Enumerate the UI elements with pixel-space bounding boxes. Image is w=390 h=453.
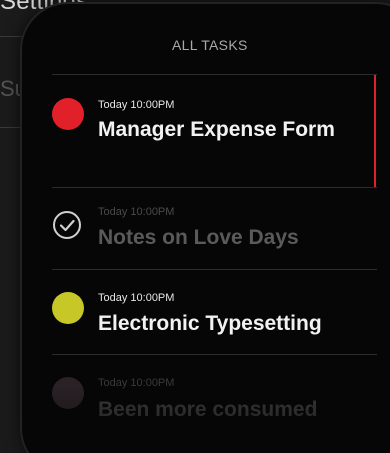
task-time: Today 10:00PM	[98, 292, 175, 304]
screen: Settings Sum ALL TASKS Today 10:00PM Man…	[0, 0, 390, 453]
task-title: Manager Expense Form	[98, 118, 335, 141]
task-time: Today 10:00PM	[98, 377, 175, 389]
task-item-electronic-typesetting[interactable]: Today 10:00PM Electronic Typesetting	[52, 270, 374, 354]
task-title: Notes on Love Days	[98, 226, 299, 249]
list-header: ALL TASKS	[172, 37, 248, 53]
status-dot-faded	[52, 377, 84, 409]
status-dot-yellow	[52, 292, 84, 324]
task-list-panel: ALL TASKS Today 10:00PM Manager Expense …	[22, 4, 390, 453]
task-item-manager-expense-form[interactable]: Today 10:00PM Manager Expense Form	[52, 75, 376, 187]
task-title: Been more consumed	[98, 398, 318, 421]
task-title: Electronic Typesetting	[98, 312, 322, 335]
check-circle-icon	[53, 211, 81, 239]
task-item-notes-on-love-days[interactable]: Today 10:00PM Notes on Love Days	[52, 188, 374, 269]
task-time: Today 10:00PM	[98, 206, 175, 218]
status-dot-red	[52, 98, 84, 130]
task-item-been-more-consumed[interactable]: Today 10:00PM Been more consumed	[52, 355, 374, 435]
task-time: Today 10:00PM	[98, 99, 175, 111]
